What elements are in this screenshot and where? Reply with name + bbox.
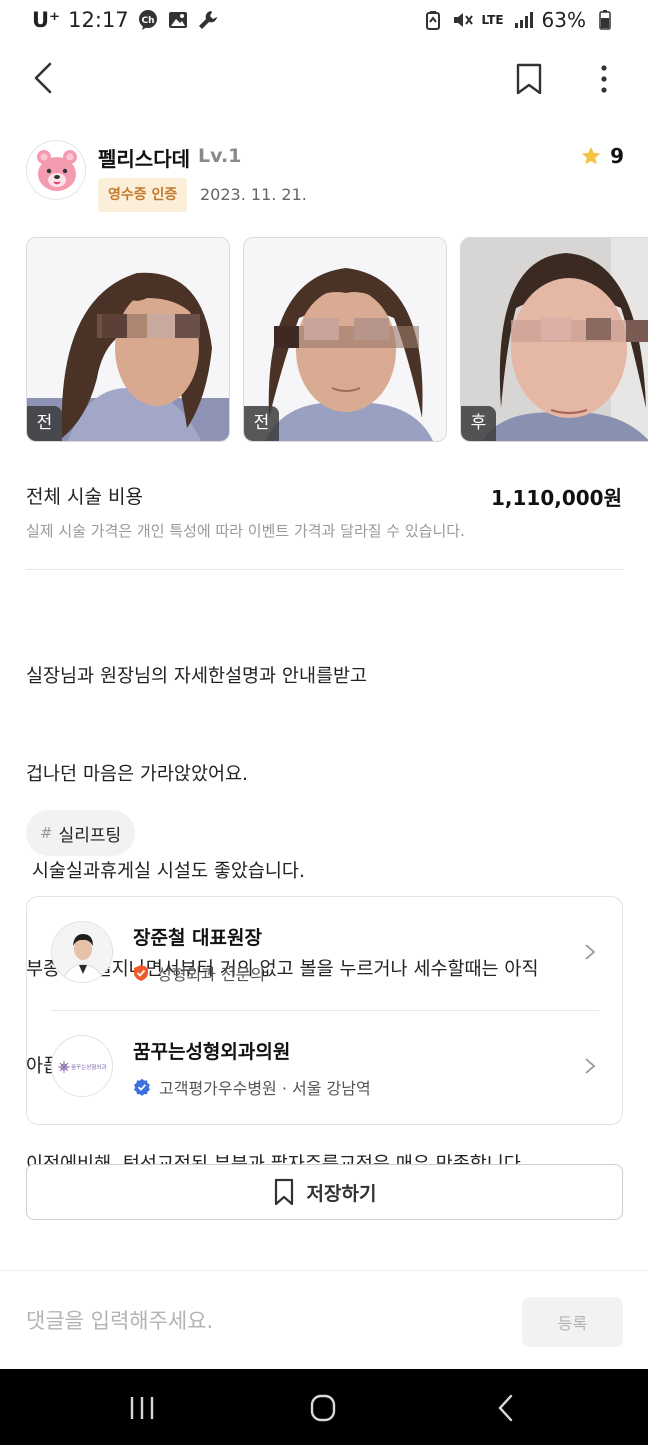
doctor-name: 장준철 대표원장: [133, 927, 262, 949]
mute-icon: [452, 9, 474, 31]
carrier-label: U⁺: [32, 8, 61, 32]
author-avatar[interactable]: [26, 140, 86, 200]
app-bar: [0, 52, 648, 108]
post-date: 2023. 11. 21.: [200, 185, 307, 204]
system-nav-bar: [0, 1369, 648, 1445]
svg-text:Ch: Ch: [141, 16, 154, 26]
photo-after[interactable]: 후: [460, 237, 648, 442]
doctor-specialty-row: 성형외과 전문의: [133, 961, 265, 985]
star-icon: [581, 146, 601, 165]
more-vertical-icon: [601, 65, 607, 93]
recent-apps-icon: [130, 1397, 154, 1419]
hash-icon: #: [40, 824, 53, 842]
save-button[interactable]: 저장하기: [26, 1164, 623, 1220]
submit-comment-button[interactable]: 등록: [522, 1297, 623, 1347]
home-button[interactable]: [303, 1393, 343, 1423]
cost-disclaimer: 실제 시술 가격은 개인 특성에 따라 이벤트 가격과 달라질 수 있습니다.: [26, 522, 465, 540]
tag-label: 실리프팅: [58, 825, 122, 846]
recent-apps-button[interactable]: [122, 1393, 162, 1423]
verified-badge-icon: [134, 1078, 150, 1096]
rating-score: 9: [610, 144, 624, 168]
home-icon: [310, 1394, 336, 1422]
cost-title: 전체 시술 비용: [26, 486, 143, 508]
doctor-row[interactable]: 장준철 대표원장 성형외과 전문의: [27, 897, 624, 1009]
arrow-left-icon: [34, 62, 52, 94]
hospital-name: 꿈꾸는성형외과의원: [133, 1041, 291, 1063]
battery-percent: 63%: [541, 8, 586, 32]
review-author: 펠리스다데 Lv.1 영수증 인증 2023. 11. 21. 9: [26, 140, 624, 214]
rating: 9: [580, 144, 624, 168]
author-name[interactable]: 펠리스다데: [98, 143, 190, 172]
comment-input[interactable]: [26, 1301, 496, 1341]
author-level: Lv.1: [198, 145, 242, 167]
chevron-right-icon: [585, 1058, 596, 1074]
back-icon: [498, 1394, 513, 1422]
more-options-button[interactable]: [590, 60, 618, 98]
hospital-info-row: 고객평가우수병원 · 서울 강남역: [133, 1075, 371, 1099]
bookmark-button[interactable]: [514, 62, 544, 96]
hospital-info: 고객평가우수병원 · 서울 강남역: [159, 1079, 371, 1098]
gallery-notification-icon: [167, 9, 189, 31]
review-line: 시술실과휴게실 시설도 좋았습니다.: [26, 861, 305, 882]
wrench-icon: [197, 9, 219, 31]
hospital-row[interactable]: 꿈꾸는성형외과 꿈꾸는성형외과의원 고객평가우수병원 · 서울 강남역: [27, 1011, 624, 1123]
network-type-label: LTE: [481, 13, 504, 27]
photo-label: 후: [461, 406, 496, 441]
chevron-right-icon: [585, 944, 596, 960]
doctor-hospital-card: 장준철 대표원장 성형외과 전문의 꿈꾸는성형외과 꿈꾸는성형외과의원 고객평가…: [26, 896, 623, 1125]
photo-before-2[interactable]: 전: [243, 237, 447, 442]
photo-carousel[interactable]: 전 전 후: [26, 237, 648, 442]
hospital-logo-text: 꿈꾸는성형외과: [71, 1065, 107, 1071]
doctor-portrait-image: [52, 922, 112, 982]
tag-chip[interactable]: # 실리프팅: [26, 810, 136, 856]
doctor-avatar: [51, 921, 113, 983]
battery-saver-icon: [422, 9, 444, 31]
bookmark-icon: [516, 63, 542, 95]
photo-label: 전: [27, 406, 62, 441]
receipt-verified-badge: 영수증 인증: [98, 178, 188, 212]
review-line: 겁나던 마음은 가라앉았어요.: [26, 763, 248, 785]
back-button[interactable]: [28, 58, 60, 98]
comment-bar: 등록: [0, 1270, 648, 1369]
battery-icon: [594, 9, 616, 31]
save-button-label: 저장하기: [306, 1182, 377, 1205]
cost-value: 1,110,000원: [490, 486, 622, 510]
signal-icon: [512, 9, 534, 31]
bookmark-icon: [274, 1178, 293, 1206]
review-line: 실장님과 원장님의 자세한설명과 안내를받고: [26, 666, 368, 687]
pink-bear-icon: [37, 150, 77, 191]
chat-notification-icon: Ch: [137, 9, 159, 31]
system-back-button[interactable]: [486, 1393, 526, 1423]
photo-label: 전: [244, 406, 279, 441]
clock: 12:17: [68, 8, 129, 32]
specialist-badge-icon: [134, 965, 148, 981]
status-bar: U⁺ 12:17 Ch LTE 63%: [0, 0, 648, 44]
doctor-specialty: 성형외과 전문의: [157, 965, 266, 984]
photo-before-1[interactable]: 전: [26, 237, 230, 442]
hospital-logo: 꿈꾸는성형외과: [51, 1035, 113, 1097]
divider: [26, 569, 623, 570]
